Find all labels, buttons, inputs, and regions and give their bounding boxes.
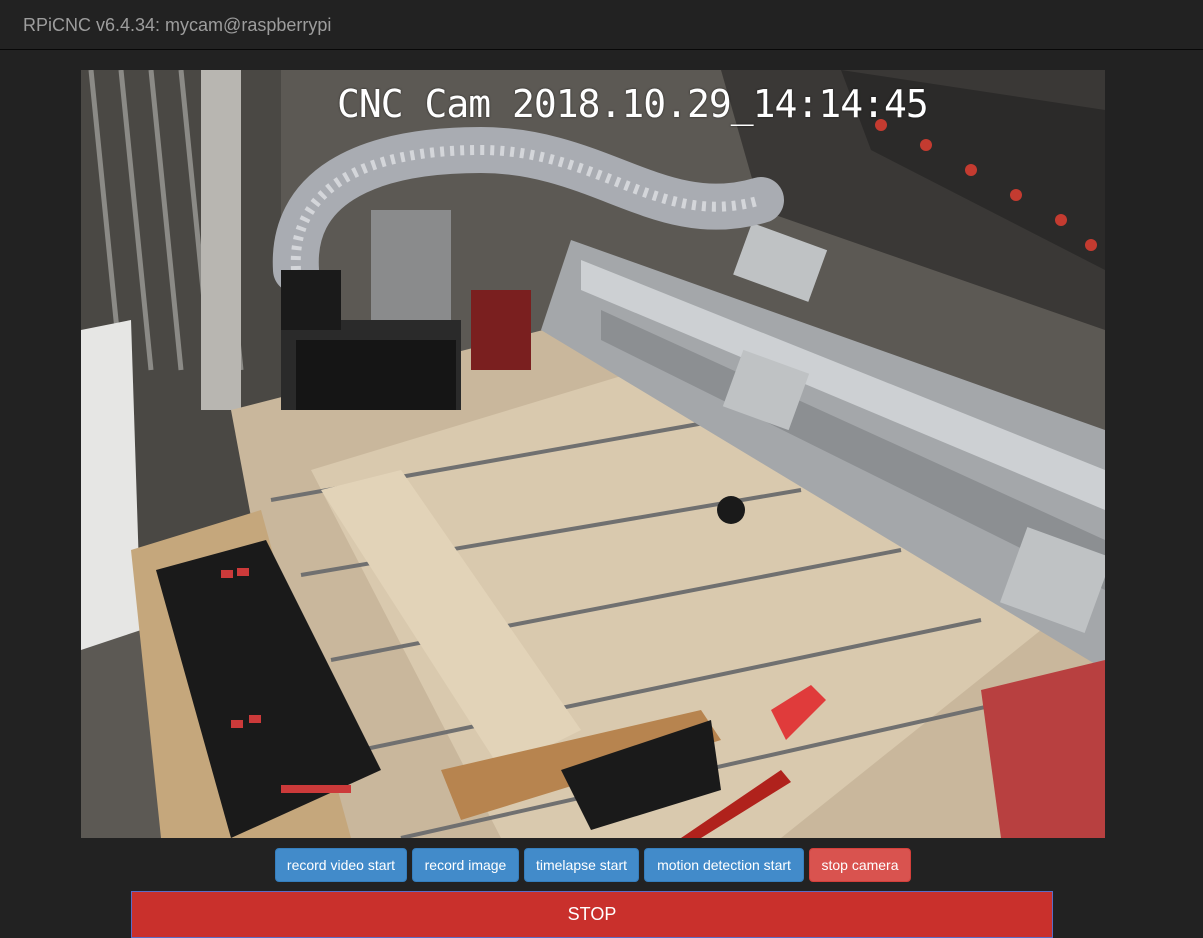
timelapse-button[interactable]: timelapse start [524, 848, 639, 882]
record-image-button[interactable]: record image [412, 848, 519, 882]
motion-detection-button[interactable]: motion detection start [644, 848, 804, 882]
camera-controls: record video start record image timelaps… [0, 848, 1203, 882]
app-brand[interactable]: RPiCNC v6.4.34: mycam@raspberrypi [23, 15, 331, 35]
camera-timestamp-overlay: CNC Cam 2018.10.29_14:14:45 [337, 82, 929, 126]
camera-stream: CNC Cam 2018.10.29_14:14:45 [81, 70, 1105, 838]
record-video-button[interactable]: record video start [275, 848, 407, 882]
camera-image [81, 70, 1105, 838]
stop-button[interactable]: STOP [131, 891, 1053, 938]
navbar: RPiCNC v6.4.34: mycam@raspberrypi [0, 0, 1203, 50]
stop-camera-button[interactable]: stop camera [809, 848, 911, 882]
